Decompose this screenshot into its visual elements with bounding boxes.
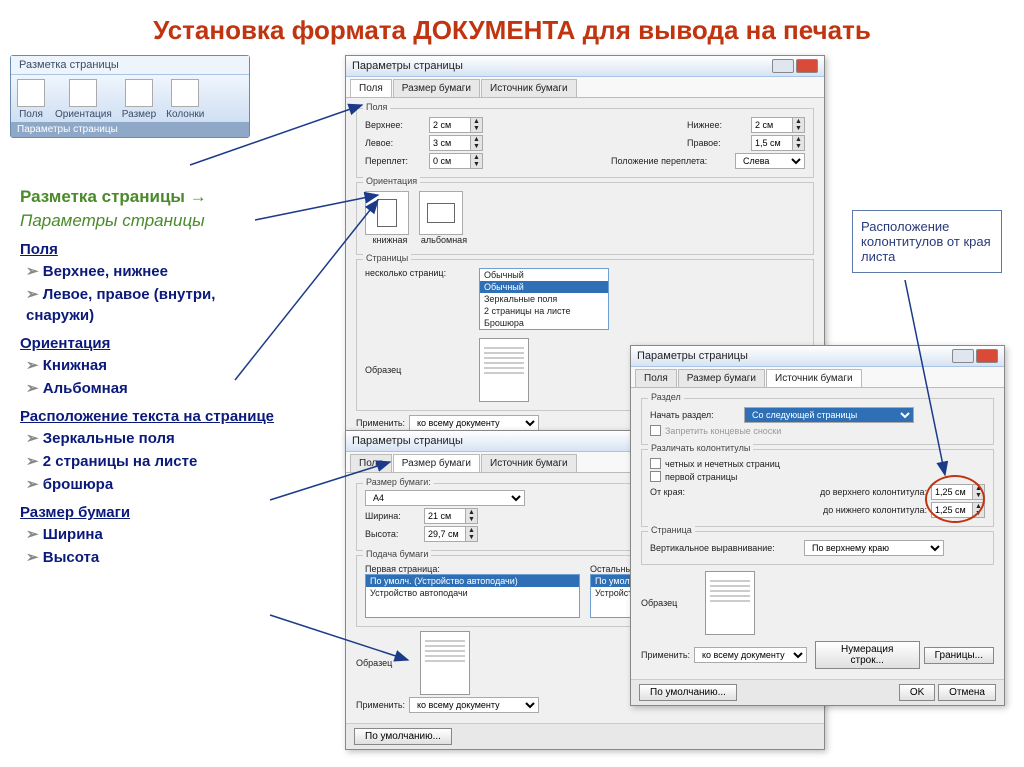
ribbon-group-label[interactable]: Параметры страницы [11, 122, 249, 137]
close-icon[interactable] [796, 59, 818, 73]
tab-papersize[interactable]: Размер бумаги [678, 369, 765, 387]
margin-bottom-input[interactable]: ▲▼ [751, 117, 805, 133]
margin-top-input[interactable]: ▲▼ [429, 117, 483, 133]
ribbon-margins-button[interactable]: Поля [17, 79, 45, 120]
help-icon[interactable] [772, 59, 794, 73]
tab-margins[interactable]: Поля [350, 454, 392, 472]
cancel-button[interactable]: Отмена [938, 684, 996, 701]
margin-left-input[interactable]: ▲▼ [429, 135, 483, 151]
help-icon[interactable] [952, 349, 974, 363]
orientation-landscape[interactable] [419, 191, 463, 235]
tab-papersource[interactable]: Источник бумаги [766, 369, 862, 387]
tab-papersource[interactable]: Источник бумаги [481, 79, 577, 97]
apply-to-select[interactable]: ко всему документу [694, 647, 807, 663]
gutter-input[interactable]: ▲▼ [429, 153, 483, 169]
apply-to-select[interactable]: ко всему документу [409, 415, 539, 431]
default-button[interactable]: По умолчанию... [354, 728, 452, 745]
tab-papersource[interactable]: Источник бумаги [481, 454, 577, 472]
tab-papersize[interactable]: Размер бумаги [393, 79, 480, 97]
paper-select[interactable]: A4 [365, 490, 525, 506]
ribbon-pagelayout: Разметка страницы Поля Ориентация Размер… [10, 55, 250, 138]
section-start-select[interactable]: Со следующей страницы [744, 407, 914, 423]
first-page-feed[interactable]: По умолч. (Устройство автоподачи)Устройс… [365, 574, 580, 618]
default-button[interactable]: По умолчанию... [639, 684, 737, 701]
callout-box: Расположение колонтитулов от края листа [852, 210, 1002, 273]
ribbon-size-button[interactable]: Размер [122, 79, 156, 120]
width-input[interactable]: ▲▼ [424, 508, 478, 524]
suppress-endnotes-checkbox[interactable] [650, 425, 661, 436]
ok-button[interactable]: OK [899, 684, 935, 701]
margin-right-input[interactable]: ▲▼ [751, 135, 805, 151]
valign-select[interactable]: По верхнему краю [804, 540, 944, 556]
page-title: Установка формата ДОКУМЕНТА для вывода н… [0, 0, 1024, 56]
line-numbers-button[interactable]: Нумерация строк... [815, 641, 920, 669]
close-icon[interactable] [976, 349, 998, 363]
dialog-papersource: Параметры страницы Поля Размер бумаги Ис… [630, 345, 1005, 706]
height-input[interactable]: ▲▼ [424, 526, 478, 542]
gutter-pos-select[interactable]: Слева [735, 153, 805, 169]
tab-margins[interactable]: Поля [350, 79, 392, 97]
firstpage-checkbox[interactable] [650, 471, 661, 482]
preview-sample [705, 571, 755, 635]
highlight-circle [925, 475, 985, 523]
tab-papersize[interactable]: Размер бумаги [393, 454, 480, 472]
preview-sample [420, 631, 470, 695]
left-text-column: Разметка страницы → Параметры страницы П… [20, 185, 275, 569]
borders-button[interactable]: Границы... [924, 647, 994, 664]
oddeven-checkbox[interactable] [650, 458, 661, 469]
apply-to-select[interactable]: ко всему документу [409, 697, 539, 713]
ribbon-tab-label[interactable]: Разметка страницы [11, 56, 249, 75]
ribbon-orientation-button[interactable]: Ориентация [55, 79, 112, 120]
multipages-dropdown[interactable]: Обычный Обычный Зеркальные поля 2 страни… [479, 268, 609, 330]
tab-margins[interactable]: Поля [635, 369, 677, 387]
ribbon-columns-button[interactable]: Колонки [166, 79, 204, 120]
preview-sample [479, 338, 529, 402]
orientation-portrait[interactable] [365, 191, 409, 235]
